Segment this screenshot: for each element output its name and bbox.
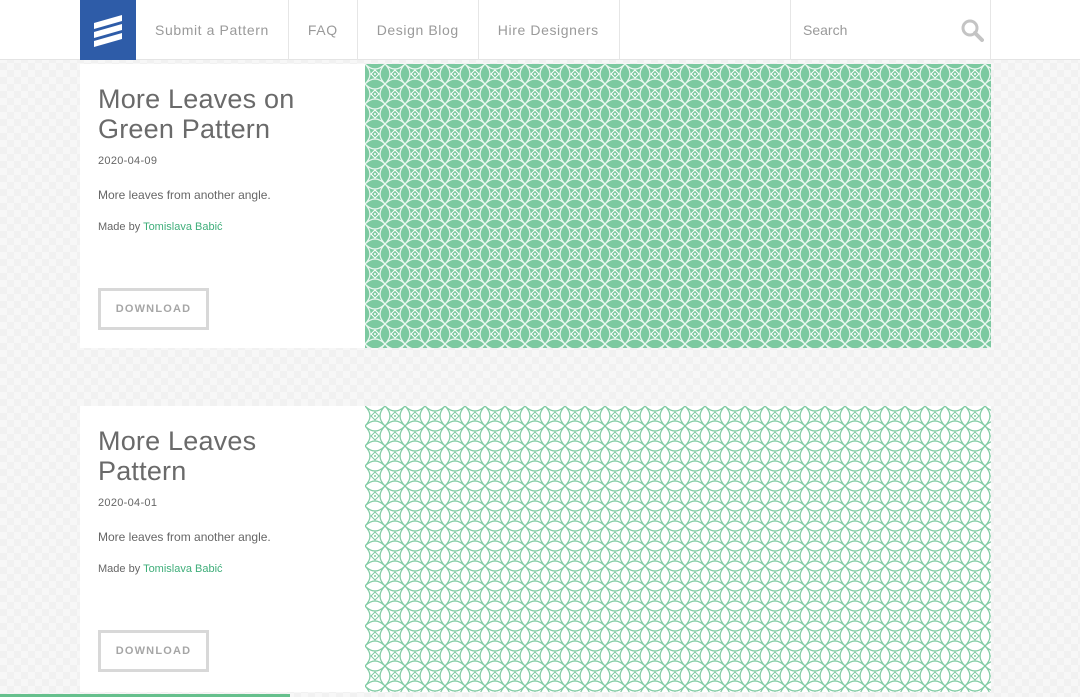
pattern-author: Made by Tomislava Babić [98,221,223,233]
pattern-preview-image [365,406,991,692]
download-button[interactable]: DOWNLOAD [98,288,209,330]
site-logo[interactable] [80,0,136,60]
pattern-title[interactable]: More Leaves Pattern [98,426,338,486]
pattern-preview[interactable] [365,406,991,692]
pattern-date: 2020-04-09 [98,155,158,167]
pattern-card: More Leaves Pattern 2020-04-01 More leav… [80,406,991,692]
pattern-date: 2020-04-01 [98,497,158,509]
search-input[interactable] [791,10,941,50]
pattern-preview[interactable] [365,64,991,348]
nav-submit-pattern[interactable]: Submit a Pattern [136,0,289,60]
pattern-info: More Leaves Pattern 2020-04-01 More leav… [80,406,365,692]
pattern-author: Made by Tomislava Babić [98,563,223,575]
pattern-card: More Leaves on Green Pattern 2020-04-09 … [80,64,991,348]
site-header: Submit a Pattern FAQ Design Blog Hire De… [0,0,1080,60]
pattern-info: More Leaves on Green Pattern 2020-04-09 … [80,64,365,348]
author-prefix: Made by [98,221,141,233]
download-button[interactable]: DOWNLOAD [98,630,209,672]
author-link[interactable]: Tomislava Babić [143,563,222,575]
author-prefix: Made by [98,563,141,575]
nav-faq[interactable]: FAQ [289,0,358,60]
author-link[interactable]: Tomislava Babić [143,221,222,233]
nav-design-blog[interactable]: Design Blog [358,0,479,60]
pattern-description: More leaves from another angle. [98,530,271,544]
pattern-title[interactable]: More Leaves on Green Pattern [98,84,338,144]
main-nav: Submit a Pattern FAQ Design Blog Hire De… [136,0,620,60]
logo-stripes-icon [94,15,122,47]
nav-hire-designers[interactable]: Hire Designers [479,0,620,60]
pattern-description: More leaves from another angle. [98,188,271,202]
pattern-preview-image [365,64,991,348]
search-box [790,0,991,60]
search-icon[interactable] [960,18,984,42]
